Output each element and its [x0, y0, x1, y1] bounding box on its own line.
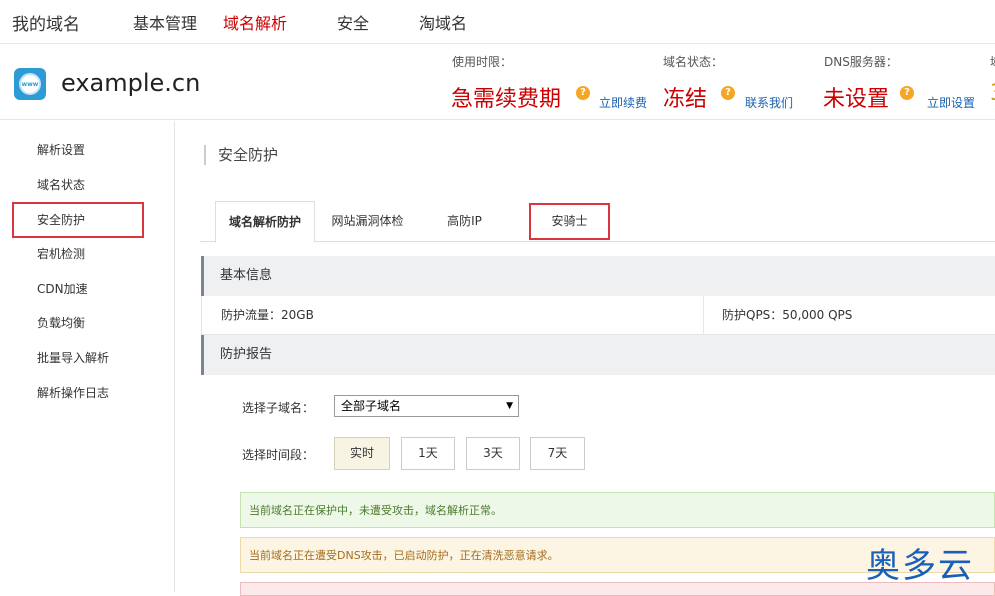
stat-label-status: 域名状态：	[663, 55, 724, 69]
contact-us-link[interactable]: 联系我们	[745, 94, 793, 111]
basic-info-header: 基本信息	[201, 256, 995, 296]
top-nav: 我的域名 基本管理 域名解析 安全 淘域名	[0, 0, 995, 44]
cell-divider	[703, 296, 704, 335]
highlight-box	[12, 202, 144, 238]
protection-traffic: 防护流量：20GB	[221, 308, 314, 322]
period-label: 选择时间段：	[242, 448, 315, 462]
report-header: 防护报告	[201, 335, 995, 375]
subdomain-select-value: 全部子域名	[341, 399, 402, 413]
stat-value-status: 冻结	[663, 87, 708, 112]
tab-dns-protection[interactable]: 域名解析防护	[215, 201, 315, 243]
domain-header: www example.cn 使用时限： 急需续费期 ? 立即续费 域名状态： …	[0, 45, 995, 120]
nav-item-domain-market[interactable]: 淘域名	[419, 10, 467, 34]
highlight-box	[529, 203, 610, 240]
sidebar-item-batch-import[interactable]: 批量导入解析	[37, 349, 109, 366]
help-icon[interactable]: ?	[900, 86, 914, 100]
sidebar-item-downtime-detection[interactable]: 宕机检测	[37, 245, 85, 262]
stat-label-truncated: 域	[990, 53, 995, 70]
basic-info-row: 防护流量：20GB 防护QPS：50,000 QPS	[201, 296, 995, 335]
sidebar-item-cdn[interactable]: CDN加速	[37, 280, 88, 297]
stat-value-term: 急需续费期	[451, 87, 562, 112]
tab-vulnerability-scan[interactable]: 网站漏洞体检	[315, 201, 420, 242]
help-icon[interactable]: ?	[721, 86, 735, 100]
sidebar-item-dns-settings[interactable]: 解析设置	[37, 141, 85, 158]
sidebar-item-operation-log[interactable]: 解析操作日志	[37, 384, 109, 401]
subdomain-label: 选择子域名：	[242, 401, 315, 415]
nav-brand-my-domains[interactable]: 我的域名	[12, 10, 80, 35]
watermark-logo: 奥多云	[866, 546, 974, 586]
period-button-3days[interactable]: 3天	[466, 437, 520, 470]
help-icon[interactable]: ?	[576, 86, 590, 100]
logo-www-text: www	[19, 73, 41, 95]
nav-item-dns-resolution[interactable]: 域名解析	[223, 10, 287, 34]
nav-item-basic-management[interactable]: 基本管理	[133, 10, 197, 34]
period-button-1day[interactable]: 1天	[401, 437, 455, 470]
tab-anti-ddos-ip[interactable]: 高防IP	[422, 201, 507, 242]
period-button-7days[interactable]: 7天	[530, 437, 585, 470]
subdomain-select[interactable]: 全部子域名 ▼	[334, 395, 519, 417]
domain-logo-icon: www	[14, 68, 46, 100]
setup-now-link[interactable]: 立即设置	[927, 94, 975, 111]
page-title: 安全防护	[204, 145, 278, 165]
protection-qps: 防护QPS：50,000 QPS	[722, 308, 853, 322]
renew-now-link[interactable]: 立即续费	[599, 94, 647, 111]
status-alert-ok: 当前域名正在保护中，未遭受攻击，域名解析正常。	[240, 492, 995, 528]
stat-value-dns: 未设置	[823, 87, 890, 112]
sidebar-item-load-balancing[interactable]: 负载均衡	[37, 314, 85, 331]
dropdown-arrow-icon: ▼	[506, 401, 513, 411]
stat-label-dns: DNS服务器：	[824, 55, 898, 69]
domain-name: example.cn	[61, 69, 201, 97]
sidebar: 解析设置 域名状态 安全防护 宕机检测 CDN加速 负载均衡 批量导入解析 解析…	[0, 121, 175, 592]
period-button-realtime[interactable]: 实时	[334, 437, 390, 470]
stat-label-term: 使用时限：	[452, 55, 513, 69]
sidebar-item-domain-status[interactable]: 域名状态	[37, 176, 85, 193]
stat-value-truncated: 3	[990, 81, 995, 106]
nav-item-security[interactable]: 安全	[337, 10, 369, 34]
